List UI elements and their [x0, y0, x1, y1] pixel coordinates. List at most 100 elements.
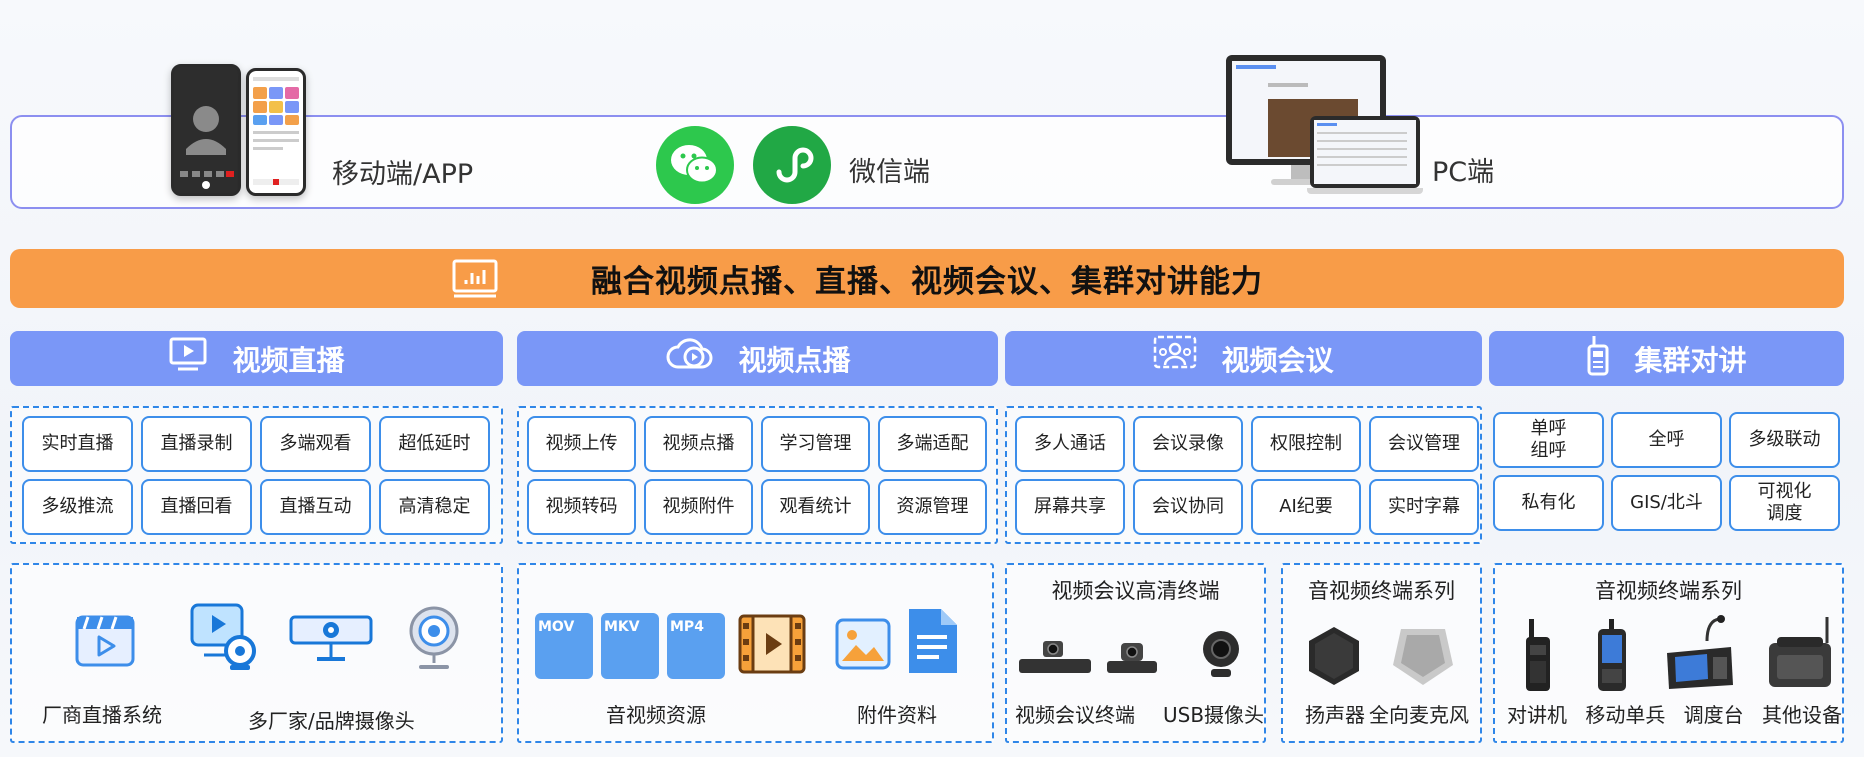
feature-chip[interactable]: 视频转码	[527, 479, 636, 535]
feature-chip[interactable]: AI纪要	[1251, 479, 1361, 535]
wechat-icon	[656, 126, 734, 204]
video-conference-terminal-label: 视频会议终端	[1015, 703, 1135, 727]
feature-group-live: 实时直播 直播录制 多端观看 超低延时多级推流 直播回看 直播互动 高清稳定	[10, 406, 503, 544]
speaker-label: 扬声器	[1305, 703, 1365, 727]
category-header-vod[interactable]: 视频点播	[517, 331, 998, 386]
feature-chip[interactable]: GIS/北斗	[1611, 475, 1722, 531]
trunk-terminal-title: 音视频终端系列	[1595, 579, 1742, 603]
category-title: 视频点播	[738, 343, 851, 377]
image-file-icon	[834, 617, 892, 677]
feature-chip[interactable]: 多级推流	[22, 479, 133, 535]
multi-vendor-camera-label: 多厂家/品牌摄像头	[248, 709, 415, 733]
feature-grid-meeting: 多人通话 会议录像 权限控制 会议管理屏幕共享 会议协同 AI纪要 实时字幕	[1015, 416, 1479, 535]
category-header-live[interactable]: 视频直播	[10, 331, 503, 386]
feature-chip[interactable]: 直播录制	[141, 416, 252, 472]
usb-camera-image	[1197, 627, 1245, 687]
monitor-webcam-icon	[188, 601, 260, 677]
feature-grid-trunk: 单呼 组呼 全呼 多级联动私有化 GIS/北斗 可视化 调度	[1493, 412, 1844, 531]
banner-title: 融合视频点播、直播、视频会议、集群对讲能力	[591, 264, 1263, 300]
other-equipment-image	[1763, 613, 1837, 697]
feature-chip[interactable]: 会议协同	[1133, 479, 1243, 535]
feature-chip[interactable]: 单呼 组呼	[1493, 412, 1604, 468]
category-title: 视频直播	[232, 343, 345, 377]
presentation-board-icon	[452, 258, 498, 306]
category-header-meeting[interactable]: 视频会议	[1005, 331, 1482, 386]
feature-chip[interactable]: 资源管理	[878, 479, 987, 535]
feature-grid-vod: 视频上传 视频点播 学习管理 多端适配视频转码 视频附件 观看统计 资源管理	[527, 416, 988, 535]
feature-chip[interactable]: 观看统计	[761, 479, 870, 535]
feature-chip[interactable]: 实时字幕	[1369, 479, 1479, 535]
feature-chip[interactable]: 视频上传	[527, 416, 636, 472]
feature-group-meeting: 多人通话 会议录像 权限控制 会议管理屏幕共享 会议协同 AI纪要 实时字幕	[1005, 406, 1482, 544]
vendor-live-system-label: 厂商直播系统	[42, 703, 162, 727]
speaker-image	[1305, 625, 1363, 691]
feature-chip[interactable]: 高清稳定	[379, 479, 490, 535]
feature-chip[interactable]: 权限控制	[1251, 416, 1361, 472]
laptop-image	[1307, 116, 1425, 196]
trunk-terminal-item-label: 对讲机	[1507, 703, 1567, 727]
document-file-icon	[905, 605, 961, 681]
omnidirectional-mic-label: 全向麦克风	[1369, 703, 1469, 727]
resource-av-terminal: 音视频终端系列 扬声器 全向麦克风	[1281, 563, 1482, 743]
pc-client-label: PC端	[1432, 157, 1495, 188]
feature-chip[interactable]: 多端观看	[260, 416, 371, 472]
feature-chip[interactable]: 会议录像	[1133, 416, 1243, 472]
webcam-icon	[405, 605, 463, 677]
resource-meeting: 视频会议高清终端 视频会议终端 USB摄像头	[1005, 563, 1266, 743]
av-terminal-title: 音视频终端系列	[1308, 579, 1455, 603]
mkv-file-icon: MKV	[601, 613, 659, 679]
conference-camera-icon	[287, 611, 375, 671]
feature-grid-live: 实时直播 直播录制 多端观看 超低延时多级推流 直播回看 直播互动 高清稳定	[22, 416, 491, 535]
feature-chip[interactable]: 多级联动	[1729, 412, 1840, 468]
dispatch-console-image	[1663, 613, 1735, 697]
meeting-terminal-title: 视频会议高清终端	[1051, 579, 1220, 603]
film-play-icon	[737, 613, 807, 679]
feature-chip[interactable]: 可视化 调度	[1729, 475, 1840, 531]
trunk-item-labels: 对讲机 移动单兵 调度台 其他设备	[1507, 699, 1842, 728]
video-clapper-icon	[74, 607, 136, 673]
feature-chip[interactable]: 直播回看	[141, 479, 252, 535]
mp4-file-icon: MP4	[667, 613, 725, 679]
mobile-client-label: 移动端/APP	[332, 159, 474, 190]
wechat-client-label: 微信端	[849, 157, 930, 188]
mini-program-icon	[753, 126, 831, 204]
feature-chip[interactable]: 视频附件	[644, 479, 753, 535]
phone-app-image	[246, 68, 306, 196]
av-resources-label: 音视频资源	[606, 703, 706, 727]
usb-camera-label: USB摄像头	[1163, 703, 1265, 727]
trunk-terminal-item-label: 移动单兵	[1585, 703, 1666, 727]
feature-chip[interactable]: 多端适配	[878, 416, 987, 472]
video-conference-terminal-image	[1015, 633, 1165, 685]
resource-vod: MOV MKV MP4 音视频资源 附件资料	[517, 563, 994, 743]
monitor-play-icon	[168, 335, 208, 382]
feature-group-trunk: 单呼 组呼 全呼 多级联动私有化 GIS/北斗 可视化 调度	[1493, 412, 1844, 540]
feature-chip[interactable]: 实时直播	[22, 416, 133, 472]
walkie-talkie-icon	[1586, 334, 1610, 383]
feature-group-vod: 视频上传 视频点播 学习管理 多端适配视频转码 视频附件 观看统计 资源管理	[517, 406, 998, 544]
feature-chip[interactable]: 私有化	[1493, 475, 1604, 531]
trunk-terminal-item-label: 其他设备	[1761, 703, 1842, 727]
feature-chip[interactable]: 超低延时	[379, 416, 490, 472]
category-title: 视频会议	[1221, 343, 1334, 377]
mobile-unit-image	[1595, 617, 1629, 697]
phone-call-image	[171, 64, 241, 196]
omnidirectional-mic-image	[1391, 625, 1455, 691]
feature-chip[interactable]: 屏幕共享	[1015, 479, 1125, 535]
trunk-terminal-item-label: 调度台	[1683, 703, 1744, 727]
feature-chip[interactable]: 多人通话	[1015, 416, 1125, 472]
category-header-trunk[interactable]: 集群对讲	[1489, 331, 1844, 386]
walkie-talkie-image	[1523, 617, 1553, 697]
feature-chip[interactable]: 学习管理	[761, 416, 870, 472]
mov-file-icon: MOV	[535, 613, 593, 679]
feature-chip[interactable]: 全呼	[1611, 412, 1722, 468]
cloud-play-icon	[664, 335, 714, 382]
feature-chip[interactable]: 会议管理	[1369, 416, 1479, 472]
attachments-label: 附件资料	[857, 703, 937, 727]
resource-live: 厂商直播系统 多厂家/品牌摄像头	[10, 563, 503, 743]
resource-trunk-terminal: 音视频终端系列 对讲机 移动单兵 调度台 其他设备	[1493, 563, 1844, 743]
category-title: 集群对讲	[1634, 343, 1747, 377]
feature-chip[interactable]: 视频点播	[644, 416, 753, 472]
meeting-people-icon	[1153, 335, 1197, 382]
capability-banner: 融合视频点播、直播、视频会议、集群对讲能力	[10, 249, 1844, 308]
feature-chip[interactable]: 直播互动	[260, 479, 371, 535]
